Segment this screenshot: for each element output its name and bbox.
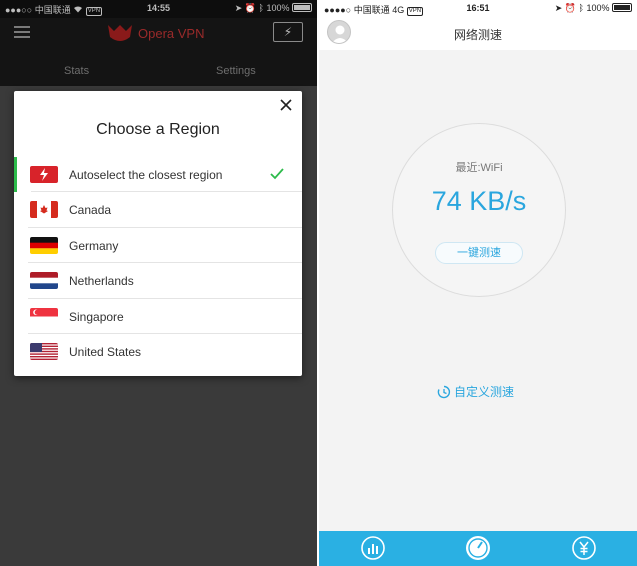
close-icon[interactable] [278, 97, 294, 113]
lightning-icon [30, 166, 58, 183]
canada-flag-icon [30, 201, 58, 219]
battery-icon [612, 3, 632, 12]
opera-logo-icon [106, 23, 134, 43]
flash-button[interactable]: ⚡ [273, 22, 303, 42]
region-item-netherlands[interactable]: Netherlands [14, 263, 302, 299]
custom-test-label: 自定义测速 [454, 385, 515, 399]
bluetooth-icon: ᛒ [258, 3, 264, 13]
bluetooth-icon: ᛒ [578, 3, 584, 13]
singapore-flag-icon [30, 307, 58, 325]
custom-test-link[interactable]: 自定义测速 [437, 383, 514, 400]
tab-stats[interactable]: Stats [64, 65, 89, 77]
alarm-icon: ⏰ [564, 3, 577, 13]
speed-value: 74 KB/s [431, 186, 527, 216]
checkmark-icon [270, 167, 284, 181]
battery-icon [292, 3, 312, 12]
region-item-singapore[interactable]: Singapore [14, 299, 302, 334]
tab-settings[interactable]: Settings [216, 65, 256, 77]
lightning-icon: ⚡ [283, 25, 293, 39]
battery-percent: 100% [586, 3, 610, 13]
page-title: 网络测速 [453, 28, 502, 42]
region-item-united-states[interactable]: United States [14, 334, 302, 369]
region-item-autoselect[interactable]: Autoselect the closest region [14, 157, 302, 193]
alarm-icon: ⏰ [244, 3, 257, 13]
location-icon: ➤ [554, 3, 563, 13]
status-bar: ●●●○○ 中国联通 VPN 14:55 ➤ ⏰ ᛒ 100% [0, 0, 317, 18]
header: 网络测速 [319, 18, 637, 50]
dialog-title: Choose a Region [96, 121, 220, 138]
region-label: Singapore [69, 309, 124, 324]
bottom-nav [319, 531, 637, 566]
speedometer-icon[interactable] [465, 535, 491, 561]
united-states-flag-icon [30, 342, 58, 360]
region-label: Germany [69, 238, 119, 253]
region-label: United States [69, 344, 142, 359]
region-list: Autoselect the closest region Canada Ger… [14, 157, 302, 369]
region-label: Canada [69, 203, 112, 218]
app-title: Opera VPN [138, 26, 205, 41]
speed-test-screen: ●●●●○ 中国联通 4G VPN 16:51 ➤ ⏰ ᛒ 100% 网络测速 … [319, 0, 637, 566]
battery-percent: 100% [266, 3, 290, 13]
region-item-canada[interactable]: Canada [14, 192, 302, 228]
one-click-test-button[interactable]: 一键测速 [435, 242, 523, 264]
app-bar: Opera VPN ⚡ Stats Settings [0, 18, 317, 86]
choose-region-dialog: Choose a Region Autoselect the closest r… [14, 91, 302, 376]
germany-flag-icon [30, 236, 58, 254]
status-bar: ●●●●○ 中国联通 4G VPN 16:51 ➤ ⏰ ᛒ 100% [319, 0, 637, 18]
opera-vpn-screen: ●●●○○ 中国联通 VPN 14:55 ➤ ⏰ ᛒ 100% Opera VP… [0, 0, 317, 566]
speed-gauge: 最近:WiFi 74 KB/s 一键测速 [392, 123, 566, 297]
region-label: Netherlands [69, 274, 134, 289]
last-network-label: 最近:WiFi [455, 162, 503, 174]
chart-icon[interactable] [360, 535, 386, 561]
menu-icon[interactable] [14, 26, 30, 38]
netherlands-flag-icon [30, 272, 58, 290]
location-icon: ➤ [234, 3, 243, 13]
yuan-icon[interactable] [571, 535, 597, 561]
timer-icon [437, 385, 451, 399]
region-item-germany[interactable]: Germany [14, 228, 302, 264]
region-label: Autoselect the closest region [69, 168, 223, 182]
